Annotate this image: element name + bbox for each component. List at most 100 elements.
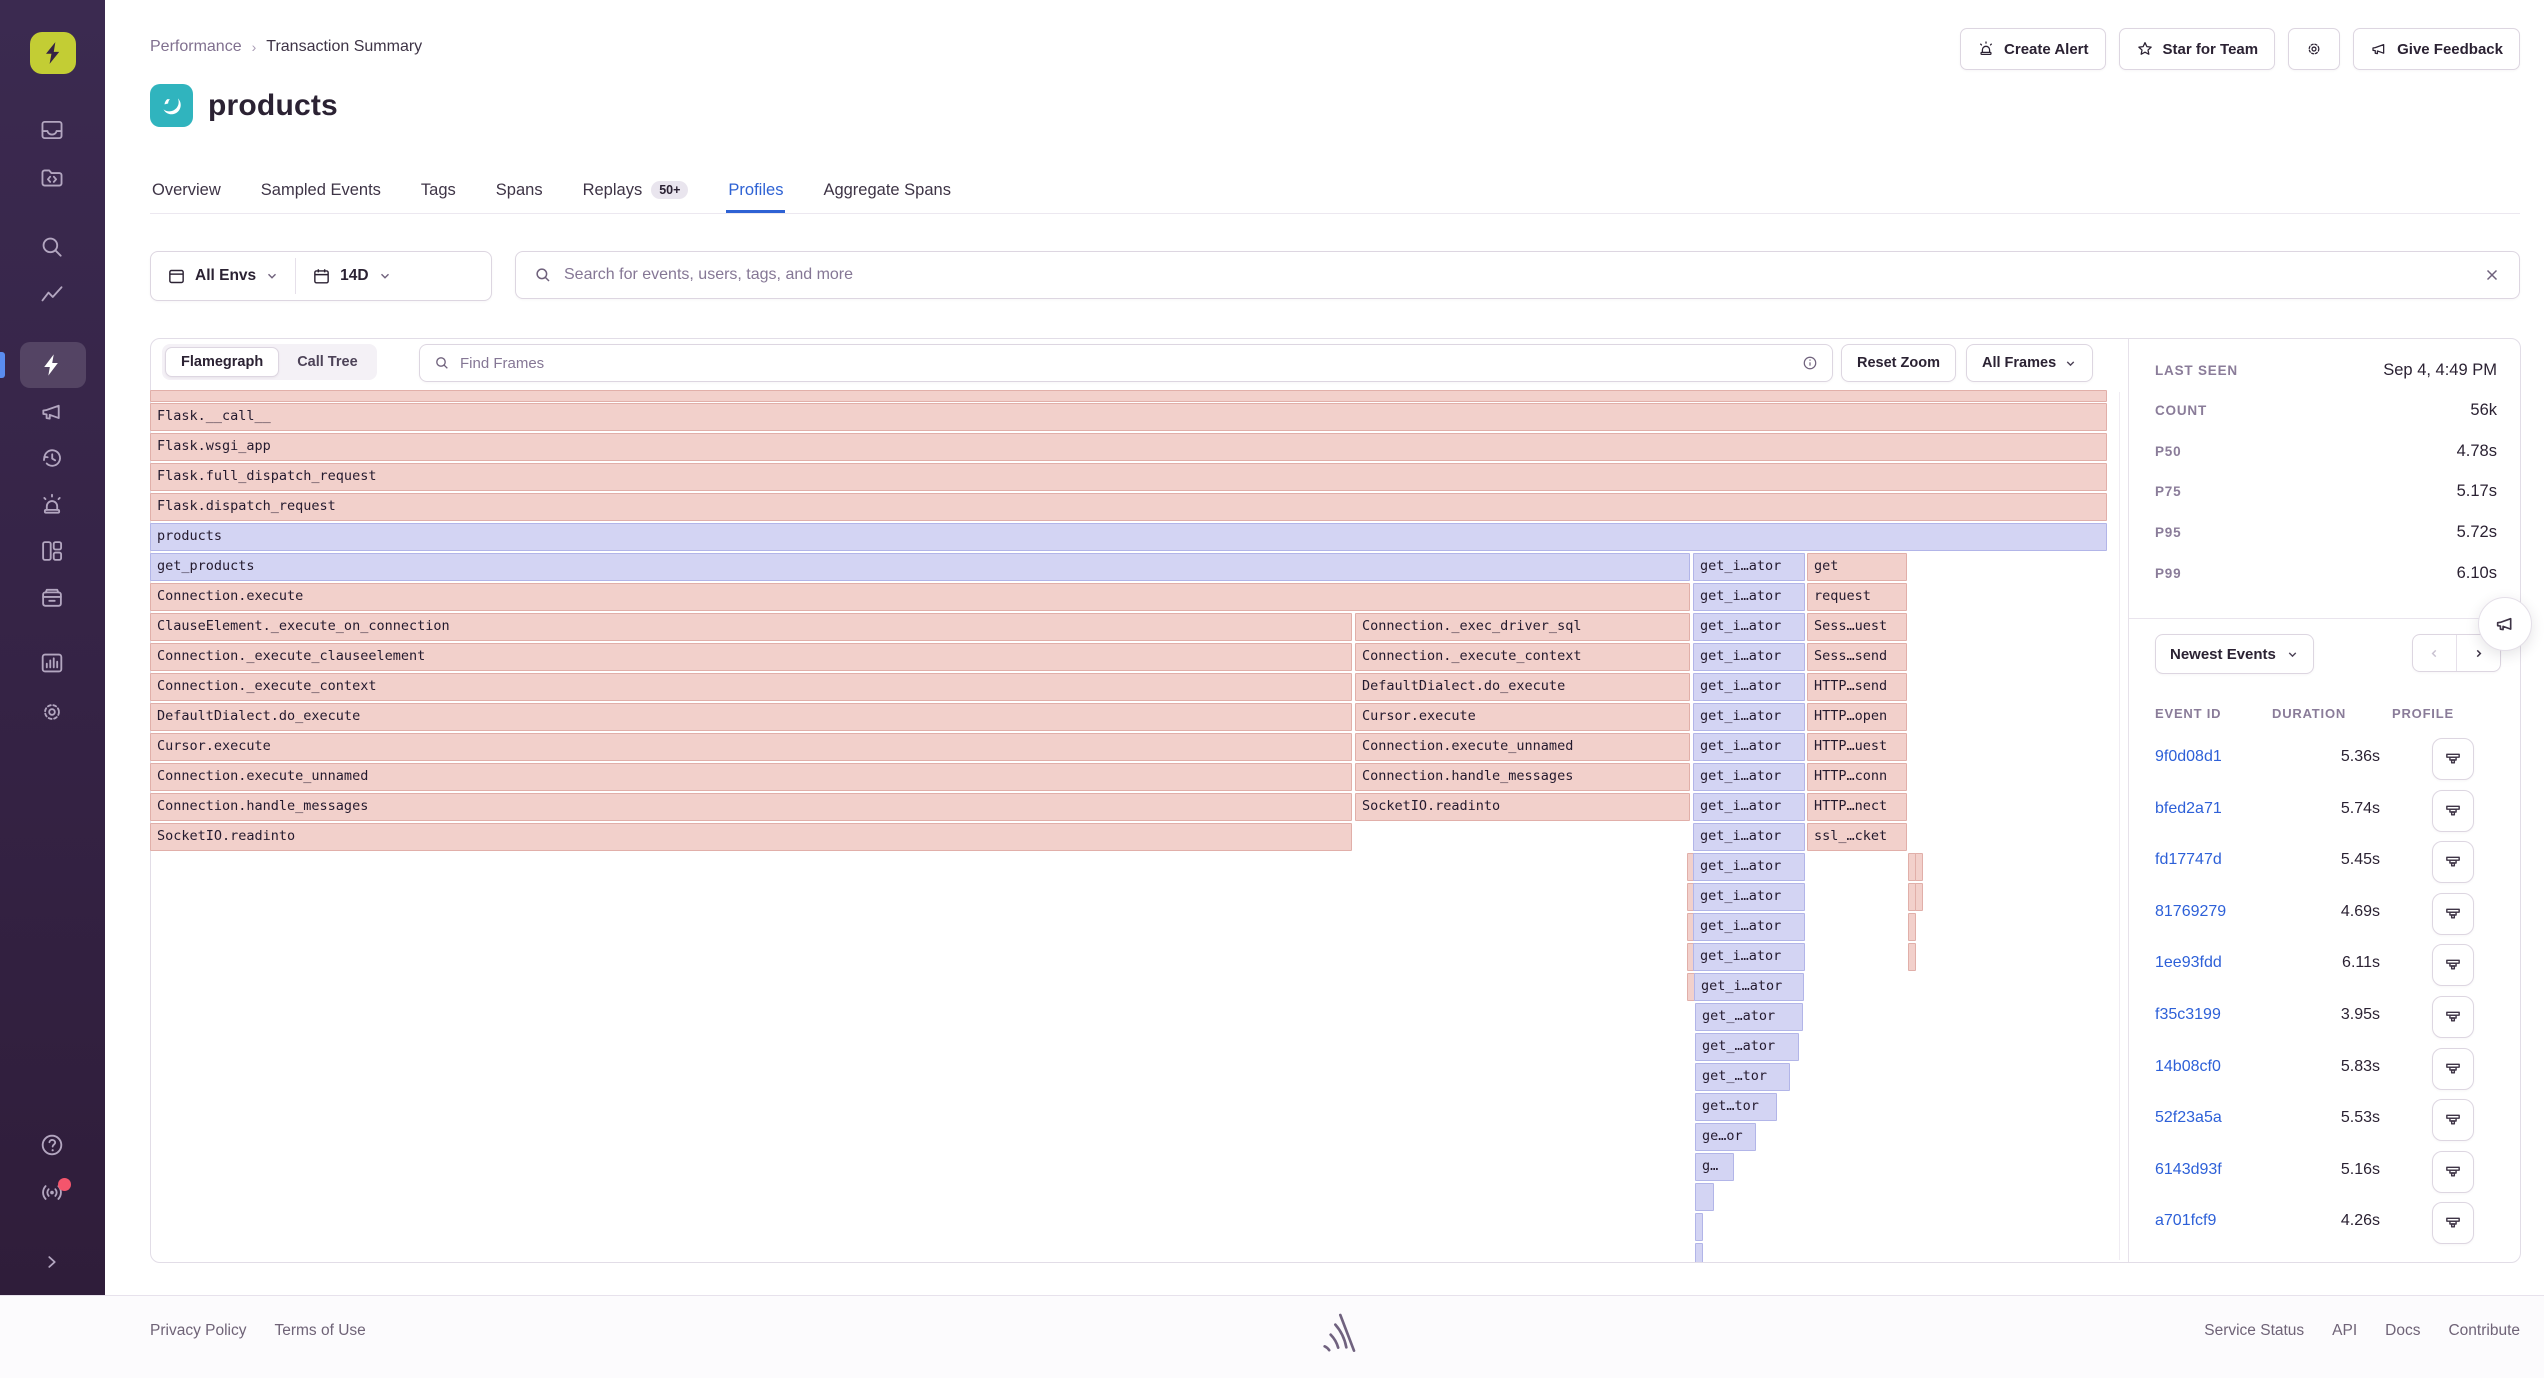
flamegraph-scrollbar[interactable] bbox=[2119, 392, 2120, 1260]
flame-frame[interactable]: get_i…ator bbox=[1693, 793, 1805, 821]
bar-chart-icon[interactable] bbox=[39, 650, 65, 676]
flame-frame[interactable]: HTTP…conn bbox=[1807, 763, 1907, 791]
flame-frame[interactable]: Cursor.execute bbox=[1355, 703, 1690, 731]
flame-frame[interactable]: HTTP…uest bbox=[1807, 733, 1907, 761]
flame-frame[interactable]: DefaultDialect.do_execute bbox=[1355, 673, 1690, 701]
flame-frame[interactable]: Connection._execute_clauseelement bbox=[150, 643, 1352, 671]
metrics-icon[interactable] bbox=[39, 282, 65, 308]
tab-overview[interactable]: Overview bbox=[150, 170, 223, 213]
star-for-team-button[interactable]: Star for Team bbox=[2119, 28, 2276, 70]
flame-frame[interactable]: get_i…ator bbox=[1693, 853, 1805, 881]
env-filter[interactable]: All Envs bbox=[151, 252, 295, 300]
footer-link-terms-of-use[interactable]: Terms of Use bbox=[274, 1322, 365, 1340]
flame-frame[interactable]: get_i…ator bbox=[1693, 913, 1805, 941]
flame-frame[interactable]: Sess…uest bbox=[1807, 613, 1907, 641]
view-profile-button[interactable] bbox=[2432, 1048, 2474, 1090]
flame-frame[interactable]: get bbox=[1807, 553, 1907, 581]
flame-frame[interactable]: HTTP…nect bbox=[1807, 793, 1907, 821]
flame-frame[interactable]: SocketIO.readinto bbox=[1355, 793, 1690, 821]
flame-frame[interactable]: Sess…send bbox=[1807, 643, 1907, 671]
flame-frame[interactable]: get_…ator bbox=[1695, 1033, 1799, 1061]
view-profile-button[interactable] bbox=[2432, 1202, 2474, 1244]
flame-frame[interactable]: Flask.wsgi_app bbox=[150, 433, 2107, 461]
flame-frame[interactable]: request bbox=[1807, 583, 1907, 611]
view-option-call-tree[interactable]: Call Tree bbox=[281, 347, 373, 377]
flame-frame[interactable]: get_i…ator bbox=[1693, 763, 1805, 791]
create-alert-button[interactable]: Create Alert bbox=[1960, 28, 2105, 70]
flame-frame[interactable]: get_i…ator bbox=[1693, 733, 1805, 761]
view-profile-button[interactable] bbox=[2432, 944, 2474, 986]
view-option-flamegraph[interactable]: Flamegraph bbox=[165, 347, 279, 377]
flame-frame[interactable]: Connection._execute_context bbox=[150, 673, 1352, 701]
flame-frame[interactable]: Connection.handle_messages bbox=[150, 793, 1352, 821]
flame-frame[interactable]: get_i…ator bbox=[1693, 583, 1805, 611]
flame-frame[interactable]: get_i…ator bbox=[1693, 613, 1805, 641]
flame-frame[interactable] bbox=[1908, 913, 1916, 941]
flame-frame[interactable]: DefaultDialect.do_execute bbox=[150, 703, 1352, 731]
chevron-right-icon[interactable] bbox=[39, 1249, 65, 1275]
dashboards-icon[interactable] bbox=[39, 538, 65, 564]
tab-sampled-events[interactable]: Sampled Events bbox=[259, 170, 383, 213]
footer-link-api[interactable]: API bbox=[2332, 1322, 2357, 1340]
flame-frame[interactable]: Flask.__call__ bbox=[150, 403, 2107, 431]
gear-icon[interactable] bbox=[39, 699, 65, 725]
flame-frame[interactable] bbox=[1908, 943, 1916, 971]
flame-frame-clipped[interactable]: Flask.wsgi_app bbox=[150, 390, 2107, 402]
reset-zoom-button[interactable]: Reset Zoom bbox=[1841, 344, 1956, 382]
close-icon[interactable] bbox=[2483, 266, 2501, 284]
lightning-icon[interactable] bbox=[39, 352, 65, 378]
view-profile-button[interactable] bbox=[2432, 1099, 2474, 1141]
event-id-link[interactable]: 6143d93f bbox=[2155, 1161, 2222, 1179]
flame-frame[interactable]: ClauseElement._execute_on_connection bbox=[150, 613, 1352, 641]
flame-frame[interactable]: get_…ator bbox=[1695, 1003, 1803, 1031]
flame-frame[interactable]: Flask.dispatch_request bbox=[150, 493, 2107, 521]
flame-frame[interactable]: g… bbox=[1695, 1153, 1734, 1181]
breadcrumb-parent[interactable]: Performance bbox=[150, 38, 242, 56]
flame-frame[interactable]: get_i…ator bbox=[1693, 553, 1805, 581]
flame-frame[interactable]: products bbox=[150, 523, 2107, 551]
flame-frame[interactable]: get_i…ator bbox=[1693, 643, 1805, 671]
flame-frame[interactable]: Connection._execute_context bbox=[1355, 643, 1690, 671]
event-id-link[interactable]: 81769279 bbox=[2155, 903, 2226, 921]
flame-frame[interactable] bbox=[1695, 1213, 1703, 1241]
view-profile-button[interactable] bbox=[2432, 790, 2474, 832]
siren-icon[interactable] bbox=[39, 492, 65, 518]
footer-link-contribute[interactable]: Contribute bbox=[2448, 1322, 2520, 1340]
flamegraph-canvas[interactable]: Flask.wsgi_appFlask.__call__Flask.wsgi_a… bbox=[150, 390, 2108, 1262]
view-profile-button[interactable] bbox=[2432, 996, 2474, 1038]
flame-frame[interactable]: ssl_…cket bbox=[1807, 823, 1907, 851]
archive-icon[interactable] bbox=[39, 585, 65, 611]
tab-tags[interactable]: Tags bbox=[419, 170, 458, 213]
flame-frame[interactable]: get_i…ator bbox=[1693, 883, 1805, 911]
event-id-link[interactable]: fd17747d bbox=[2155, 851, 2222, 869]
date-filter[interactable]: 14D bbox=[296, 252, 407, 300]
event-id-link[interactable]: 1ee93fdd bbox=[2155, 954, 2222, 972]
flame-frame[interactable]: Connection._exec_driver_sql bbox=[1355, 613, 1690, 641]
event-id-link[interactable]: 14b08cf0 bbox=[2155, 1058, 2221, 1076]
flame-frame[interactable]: HTTP…open bbox=[1807, 703, 1907, 731]
footer-link-docs[interactable]: Docs bbox=[2385, 1322, 2420, 1340]
flame-frame[interactable]: Flask.full_dispatch_request bbox=[150, 463, 2107, 491]
megaphone-icon[interactable] bbox=[39, 399, 65, 425]
flame-frame[interactable]: Connection.execute bbox=[150, 583, 1690, 611]
tab-spans[interactable]: Spans bbox=[494, 170, 545, 213]
pager-prev-button[interactable] bbox=[2413, 635, 2456, 671]
flame-frame[interactable]: Connection.execute_unnamed bbox=[1355, 733, 1690, 761]
flame-frame[interactable] bbox=[1915, 883, 1923, 911]
give-feedback-button[interactable]: Give Feedback bbox=[2353, 28, 2520, 70]
flame-frame[interactable]: get_i…ator bbox=[1693, 823, 1805, 851]
flame-frame[interactable]: Cursor.execute bbox=[150, 733, 1352, 761]
search-input[interactable]: Search for events, users, tags, and more bbox=[515, 251, 2520, 299]
flame-frame[interactable]: ge…or bbox=[1695, 1123, 1756, 1151]
event-id-link[interactable]: 9f0d08d1 bbox=[2155, 748, 2222, 766]
tab-replays[interactable]: Replays50+ bbox=[581, 170, 691, 213]
search-icon[interactable] bbox=[39, 234, 65, 260]
help-icon[interactable] bbox=[39, 1132, 65, 1158]
footer-link-privacy-policy[interactable]: Privacy Policy bbox=[150, 1322, 246, 1340]
flame-frame[interactable]: HTTP…send bbox=[1807, 673, 1907, 701]
footer-link-service-status[interactable]: Service Status bbox=[2204, 1322, 2304, 1340]
flame-frame[interactable]: get_i…ator bbox=[1693, 673, 1805, 701]
issues-icon[interactable] bbox=[39, 117, 65, 143]
tab-aggregate-spans[interactable]: Aggregate Spans bbox=[821, 170, 953, 213]
flame-frame[interactable]: get_products bbox=[150, 553, 1690, 581]
